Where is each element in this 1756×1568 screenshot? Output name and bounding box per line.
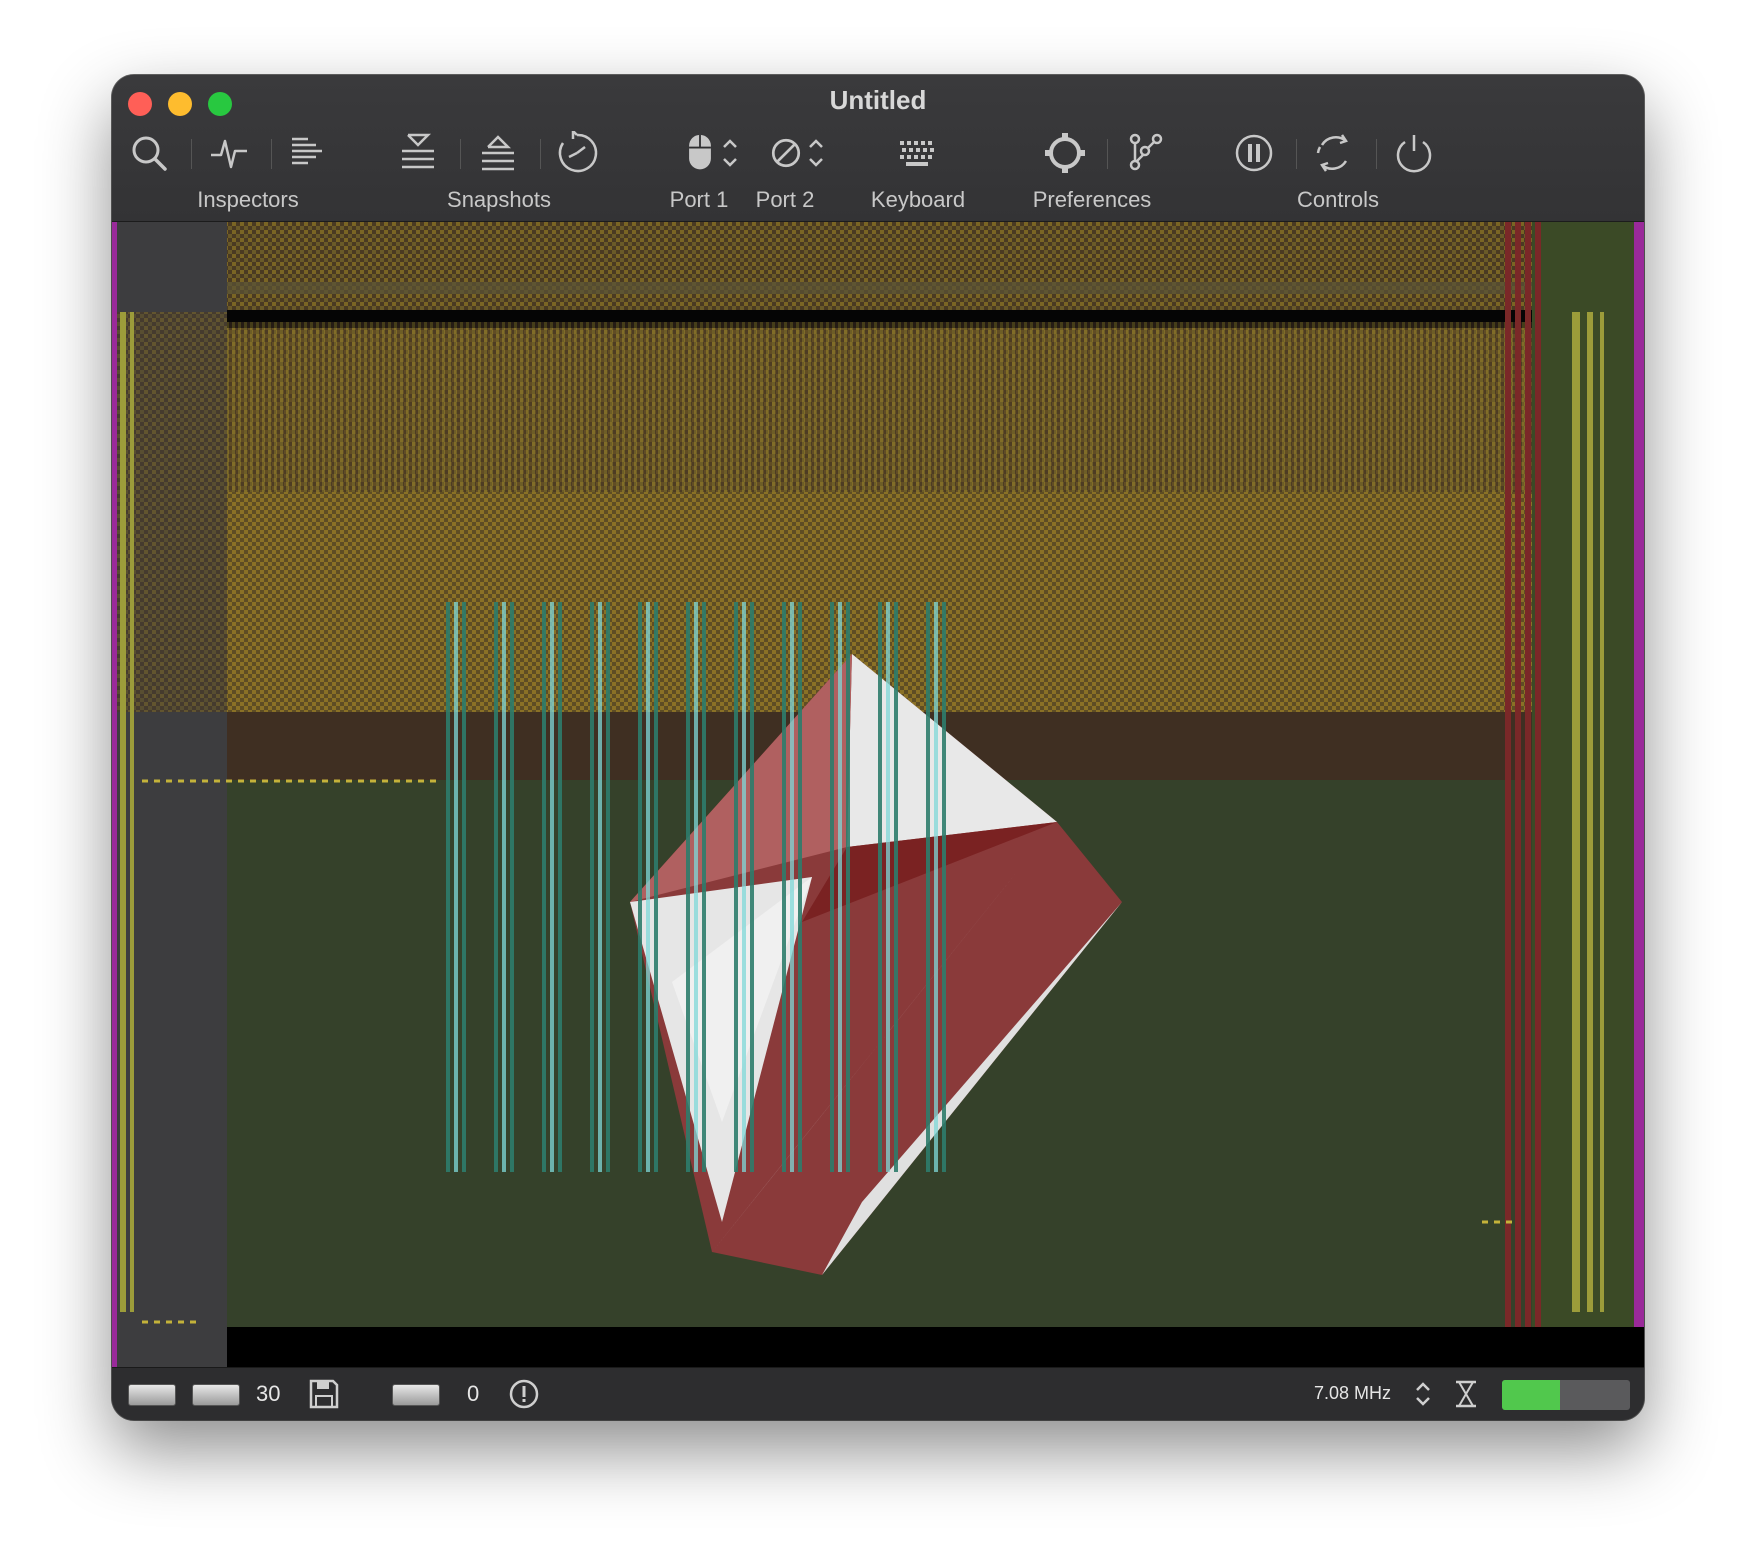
chevron-updown-icon	[723, 139, 737, 167]
teal-bar	[502, 602, 506, 1172]
tape-counter: 0	[467, 1381, 480, 1406]
clock-frequency: 7.08 MHz	[1314, 1383, 1392, 1403]
speed-meter	[1502, 1380, 1630, 1410]
browse-snapshots-button[interactable]	[552, 130, 602, 176]
teal-bar	[462, 602, 466, 1172]
teal-bar	[550, 602, 554, 1172]
snapshots-label: Snapshots	[447, 187, 551, 212]
snapshot-take-icon	[402, 133, 434, 169]
teal-bar	[878, 602, 882, 1172]
teal-bar	[446, 602, 450, 1172]
teal-bar	[606, 602, 610, 1172]
teal-bar	[830, 602, 834, 1172]
teal-bar	[894, 602, 898, 1172]
teal-bar	[942, 602, 946, 1172]
port1-label: Port 1	[669, 187, 729, 212]
warning-icon[interactable]	[508, 1378, 540, 1410]
teal-bar	[934, 602, 938, 1172]
status-bar: 30 0 7.08 MHz	[112, 1367, 1644, 1420]
no-device-icon	[771, 138, 801, 168]
teal-bar	[702, 602, 706, 1172]
datasette-icon[interactable]	[392, 1384, 440, 1406]
keyboard-label: Keyboard	[870, 187, 966, 212]
teal-bar	[750, 602, 754, 1172]
teal-bar	[886, 602, 890, 1172]
configuration-button[interactable]	[1120, 130, 1170, 176]
power-button[interactable]	[1389, 130, 1439, 176]
gear-icon	[1045, 133, 1085, 173]
teal-bar	[454, 602, 458, 1172]
teal-bar	[686, 602, 690, 1172]
emulator-canvas	[112, 222, 1644, 1367]
controls-label: Controls	[1297, 187, 1379, 212]
snapshot-restore-icon	[482, 135, 514, 171]
window-title: Untitled	[829, 85, 927, 115]
text-lines-icon	[292, 137, 322, 165]
power-icon	[1396, 135, 1432, 173]
teal-bar	[694, 602, 698, 1172]
drive8-icon[interactable]	[128, 1384, 176, 1406]
reset-icon	[1316, 134, 1348, 172]
teal-bar	[734, 602, 738, 1172]
titlebar: Untitled Inspectors Snapshots Port 1 Por…	[112, 75, 1644, 222]
keyboard-icon	[900, 141, 934, 166]
teal-bar	[782, 602, 786, 1172]
console-button[interactable]	[283, 130, 333, 176]
emulator-window: Untitled Inspectors Snapshots Port 1 Por…	[112, 75, 1644, 1420]
emulator-screen[interactable]	[112, 222, 1644, 1367]
teal-bar	[510, 602, 514, 1172]
waveform-icon	[211, 139, 247, 169]
magnifier-icon	[132, 136, 167, 171]
port1-popup[interactable]	[672, 130, 748, 176]
teal-bar	[926, 602, 930, 1172]
reset-button[interactable]	[1309, 130, 1359, 176]
restore-snapshot-button[interactable]	[473, 130, 523, 176]
teal-bar	[494, 602, 498, 1172]
hourglass-icon[interactable]	[1452, 1378, 1480, 1410]
teal-bar	[638, 602, 642, 1172]
nodes-icon	[1129, 133, 1163, 171]
take-snapshot-button[interactable]	[393, 130, 443, 176]
keyboard-button[interactable]	[893, 130, 943, 176]
teal-bar	[558, 602, 562, 1172]
drive-track-count: 30	[256, 1381, 281, 1406]
chevron-updown-icon	[809, 139, 823, 167]
teal-bar	[654, 602, 658, 1172]
inspectors-label: Inspectors	[197, 187, 299, 212]
port2-label: Port 2	[755, 187, 815, 212]
pause-icon	[1235, 134, 1273, 172]
port2-popup[interactable]	[758, 130, 834, 176]
pause-button[interactable]	[1229, 130, 1279, 176]
floppy-disk-icon[interactable]	[308, 1378, 340, 1410]
teal-bar	[542, 602, 546, 1172]
teal-bar	[838, 602, 842, 1172]
chevron-updown-icon[interactable]	[1412, 1378, 1434, 1410]
drive9-icon[interactable]	[192, 1384, 240, 1406]
inspector-button[interactable]	[124, 130, 174, 176]
mouse-icon	[689, 134, 711, 170]
teal-bar	[798, 602, 802, 1172]
speed-meter-fill	[1502, 1380, 1560, 1410]
teal-bar	[646, 602, 650, 1172]
teal-bar	[598, 602, 602, 1172]
clock-arrow-icon	[558, 131, 598, 173]
teal-bar	[846, 602, 850, 1172]
preferences-button[interactable]	[1040, 130, 1090, 176]
teal-bar	[590, 602, 594, 1172]
teal-bar	[742, 602, 746, 1172]
teal-bar	[790, 602, 794, 1172]
preferences-label: Preferences	[1032, 187, 1152, 212]
monitor-button[interactable]	[204, 130, 254, 176]
